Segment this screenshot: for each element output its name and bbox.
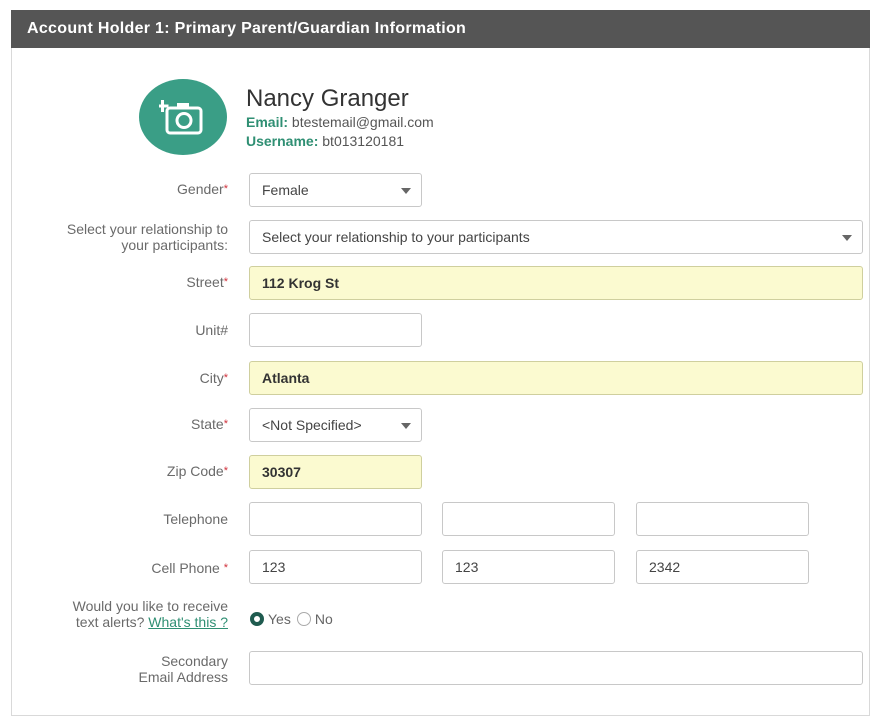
cell-line-input[interactable]: 2342 <box>636 550 809 584</box>
telephone-label: Telephone <box>163 511 228 527</box>
zip-label-text: Zip Code <box>166 463 224 479</box>
city-input[interactable]: Atlanta <box>249 361 863 395</box>
username-key: Username: <box>246 133 319 149</box>
street-input[interactable]: 112 Krog St <box>249 266 863 300</box>
relationship-label-line2: your participants: <box>121 237 228 253</box>
chevron-down-icon <box>842 235 852 241</box>
yes-radio-label[interactable]: Yes <box>268 611 291 627</box>
no-radio-label[interactable]: No <box>315 611 333 627</box>
telephone-line-input[interactable] <box>636 502 809 536</box>
secondary-email-label: Secondary Email Address <box>139 653 228 685</box>
gender-label-text: Gender <box>177 181 224 197</box>
cell-phone-label: Cell Phone * <box>151 560 228 576</box>
relationship-value: Select your relationship to your partici… <box>262 229 530 245</box>
zip-input[interactable]: 30307 <box>249 455 422 489</box>
email-value: btestemail@gmail.com <box>291 114 434 130</box>
secondary-email-label-line2: Email Address <box>138 669 228 685</box>
gender-label: Gender* <box>177 181 228 197</box>
required-marker: * <box>223 562 228 574</box>
unit-input[interactable] <box>249 313 422 347</box>
gender-select[interactable]: Female <box>249 173 422 207</box>
relationship-select[interactable]: Select your relationship to your partici… <box>249 220 863 254</box>
cell-phone-label-text: Cell Phone <box>151 560 224 576</box>
yes-radio[interactable] <box>250 612 264 626</box>
state-select[interactable]: <Not Specified> <box>249 408 422 442</box>
required-marker: * <box>223 465 228 477</box>
avatar[interactable] <box>139 79 227 155</box>
street-label-text: Street <box>186 274 224 290</box>
required-marker: * <box>223 418 228 430</box>
chevron-down-icon <box>401 423 411 429</box>
text-alerts-label-line2: text alerts? What's this ? <box>73 614 228 630</box>
chevron-down-icon <box>401 188 411 194</box>
relationship-label: Select your relationship to your partici… <box>67 221 228 253</box>
text-alerts-question: text alerts? <box>75 614 145 630</box>
email-key: Email: <box>246 114 289 130</box>
telephone-prefix-input[interactable] <box>442 502 615 536</box>
city-label-text: City <box>199 370 224 386</box>
text-alerts-label-line1: Would you like to receive <box>72 598 228 614</box>
required-marker: * <box>223 183 228 195</box>
state-label: State* <box>191 416 228 432</box>
profile-username: Username: bt013120181 <box>246 133 404 149</box>
required-marker: * <box>223 276 228 288</box>
cell-prefix-input[interactable]: 123 <box>442 550 615 584</box>
secondary-email-label-line1: Secondary <box>161 653 228 669</box>
state-value: <Not Specified> <box>262 417 362 433</box>
username-value: bt013120181 <box>322 133 405 149</box>
camera-add-icon <box>159 100 203 135</box>
city-label: City* <box>200 370 228 386</box>
unit-label: Unit# <box>195 322 228 338</box>
section-header: Account Holder 1: Primary Parent/Guardia… <box>11 10 870 48</box>
text-alerts-label: Would you like to receive text alerts? W… <box>73 598 228 630</box>
telephone-area-input[interactable] <box>249 502 422 536</box>
cell-area-input[interactable]: 123 <box>249 550 422 584</box>
profile-email: Email: btestemail@gmail.com <box>246 114 434 130</box>
gender-value: Female <box>262 182 309 198</box>
required-marker: * <box>223 372 228 384</box>
profile-name: Nancy Granger <box>246 85 409 112</box>
state-label-text: State <box>191 416 224 432</box>
no-radio[interactable] <box>296 612 311 626</box>
whats-this-link[interactable]: What's this ? <box>148 614 228 630</box>
secondary-email-input[interactable] <box>249 651 863 685</box>
text-alerts-radio-group: Yes No <box>250 611 339 627</box>
zip-label: Zip Code* <box>167 463 228 479</box>
street-label: Street* <box>186 274 228 290</box>
relationship-label-line1: Select your relationship to <box>66 221 228 237</box>
